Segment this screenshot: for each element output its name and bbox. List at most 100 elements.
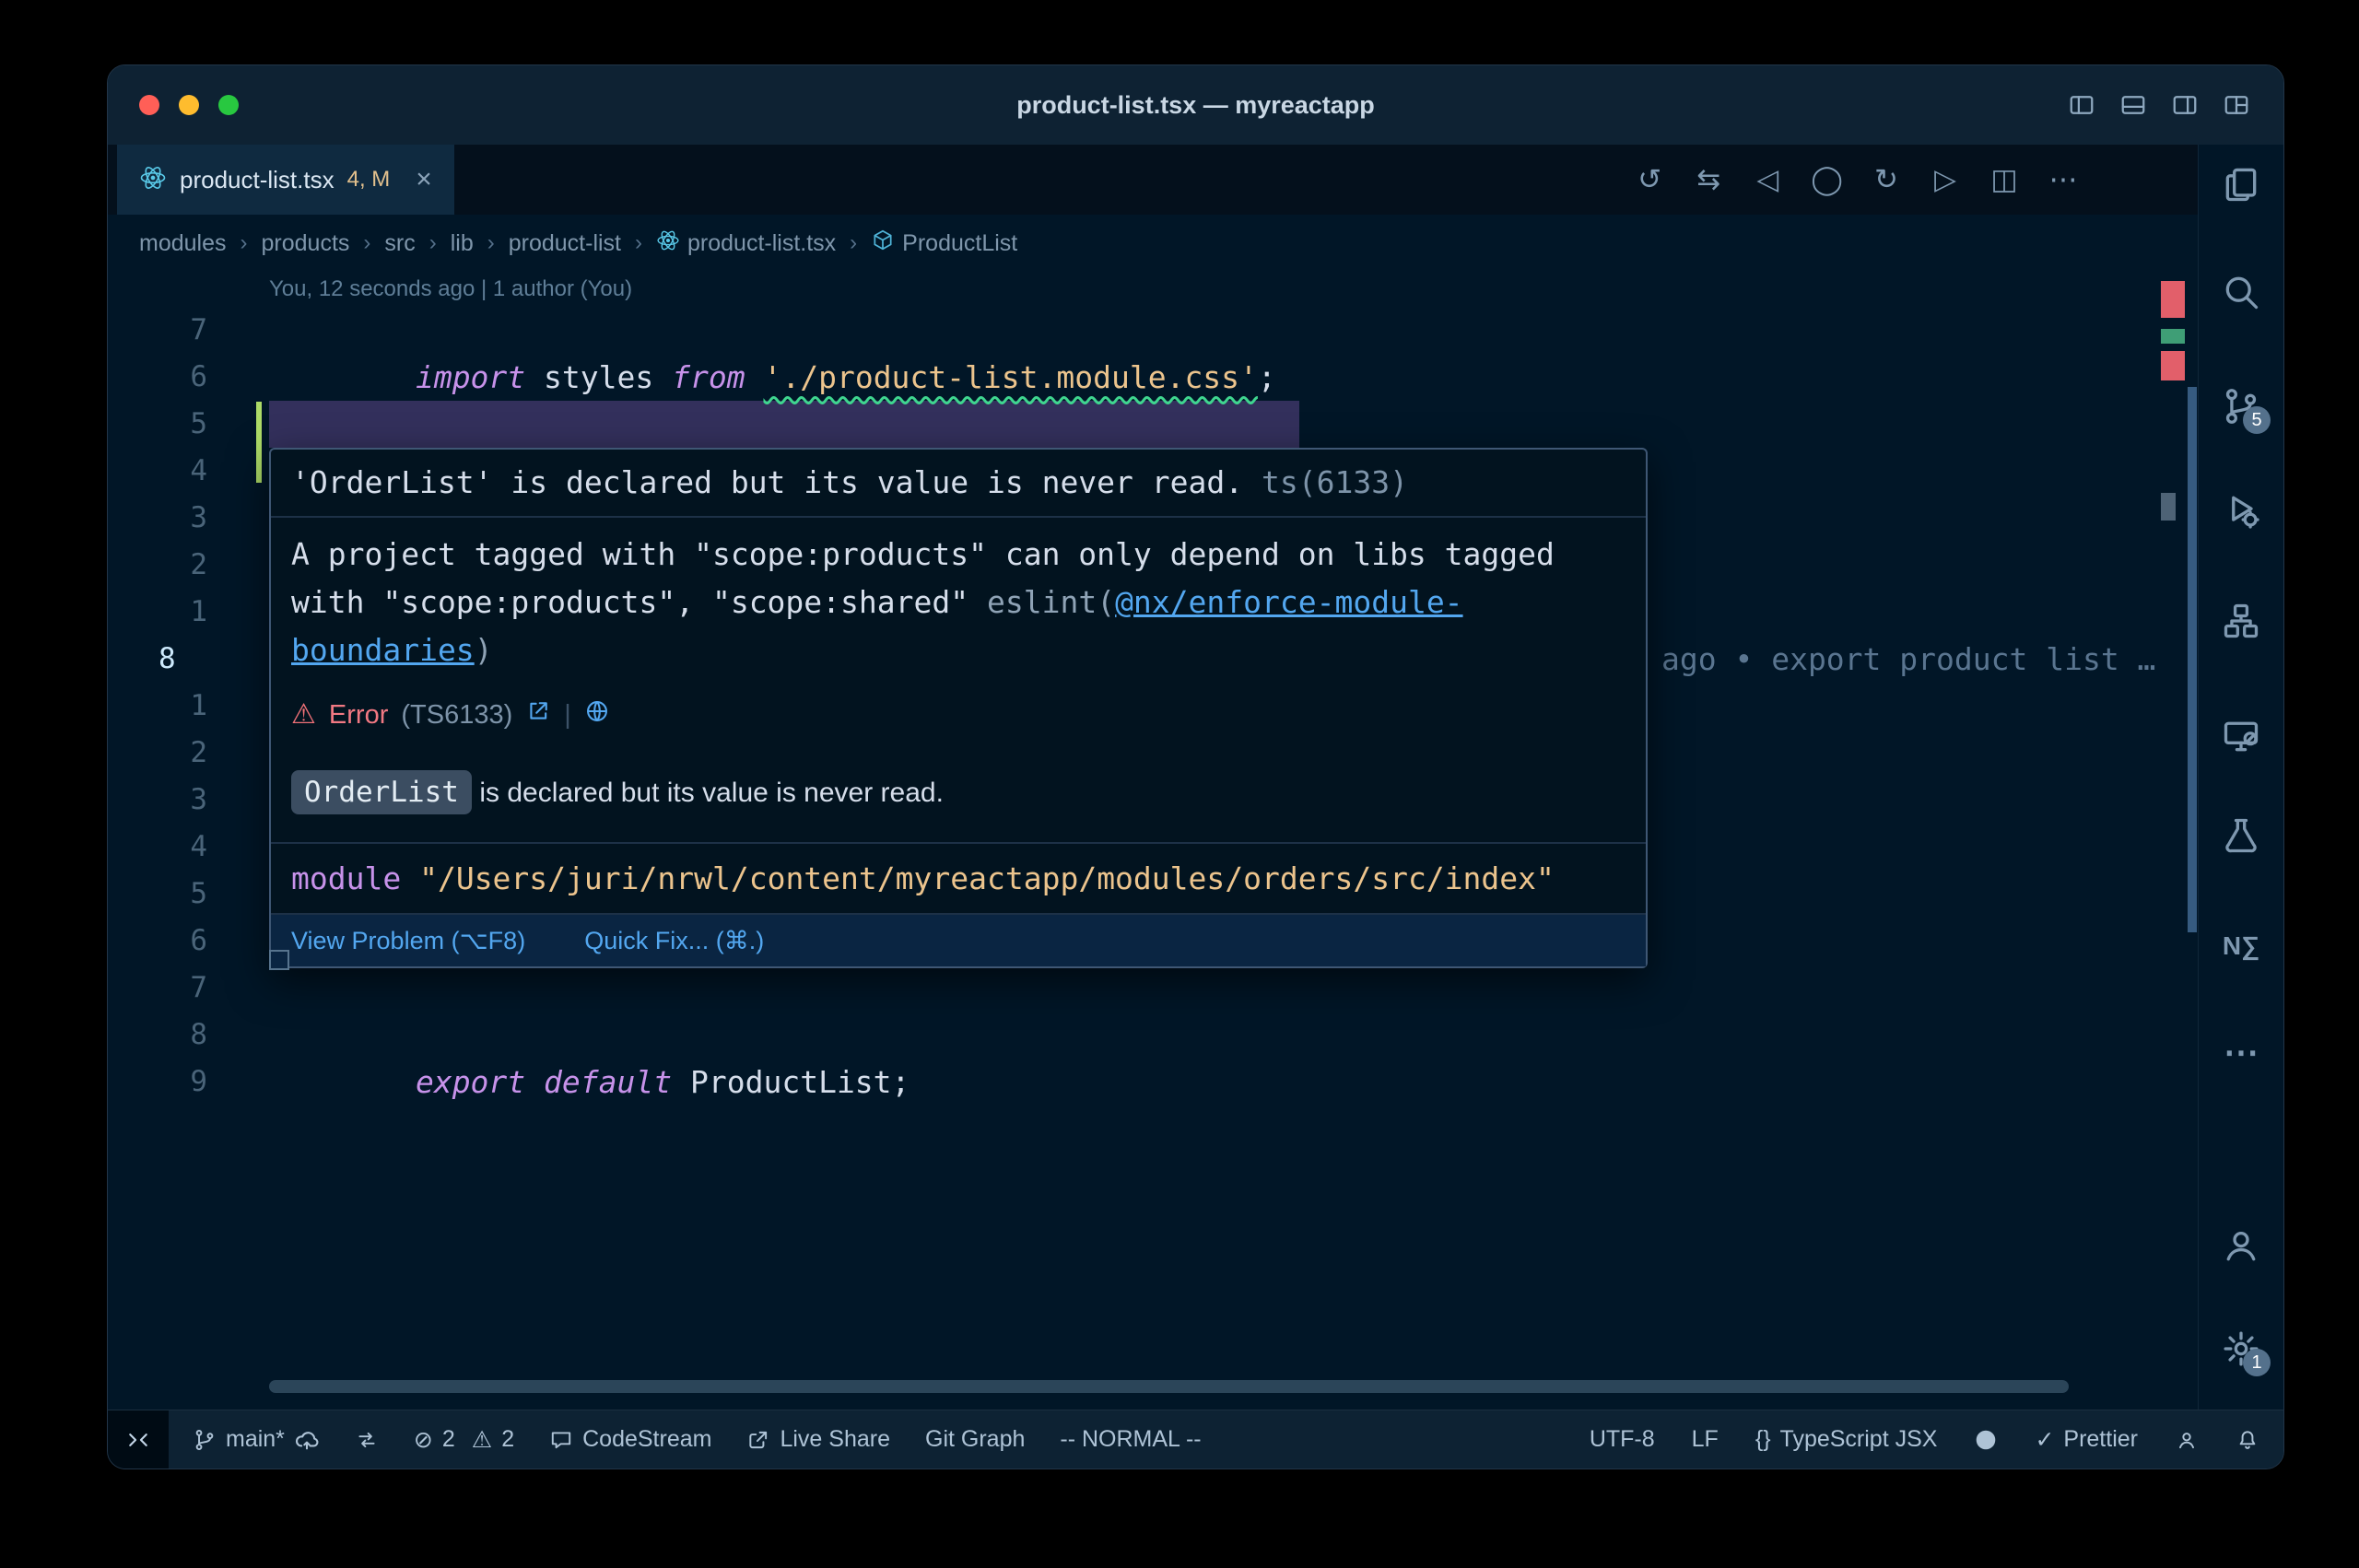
window-title: product-list.tsx — myreactapp [108, 65, 2283, 145]
line-number: 5 [108, 401, 218, 448]
compare-branch-item[interactable] [355, 1428, 379, 1452]
hover-resize-handle[interactable] [269, 950, 289, 970]
toggle-secondary-sidebar-icon[interactable] [2171, 91, 2199, 119]
breadcrumb-symbol[interactable]: ProductList [871, 228, 1017, 259]
minimap-slider[interactable] [2161, 493, 2176, 521]
tab-problem-modified-flags: 4, M [347, 167, 391, 193]
line-numbers-gutter[interactable]: 7 6 5 4 3 2 1 8 1 2 3 4 5 6 7 8 9 [108, 307, 218, 1106]
breadcrumb-separator: › [429, 230, 437, 256]
horizontal-scrollbar[interactable] [269, 1380, 2069, 1393]
breadcrumb-src[interactable]: src [384, 230, 415, 257]
project-graph-icon[interactable] [2221, 601, 2261, 641]
status-bar: main* ⊘ 2 ⚠ 2 CodeStream [108, 1410, 2283, 1469]
hover-separator: | [564, 699, 571, 731]
tab-product-list[interactable]: product-list.tsx 4, M × [117, 145, 454, 215]
line-number: 2 [108, 542, 218, 589]
line-number: 3 [108, 777, 218, 824]
more-views-icon[interactable]: ⋯ [2221, 1033, 2261, 1073]
gitlens-inline-blame: ago • export product list … [1661, 636, 2161, 683]
vim-mode-indicator[interactable]: -- NORMAL -- [1060, 1426, 1201, 1453]
line-number: 5 [108, 871, 218, 918]
hover-module-path: module "/Users/juri/nrwl/content/myreact… [271, 842, 1646, 913]
hover-symbol-row: OrderList is declared but its value is n… [271, 743, 1646, 842]
remote-explorer-icon[interactable] [2221, 716, 2261, 756]
space [525, 1064, 544, 1100]
hover-error-row: ⚠ Error (TS6133) | [271, 687, 1646, 743]
more-actions-icon[interactable]: ⋯ [2048, 163, 2079, 196]
breadcrumb-file-label: product-list.tsx [687, 230, 836, 257]
git-modified-gutter-bar [256, 402, 262, 483]
nx-console-icon[interactable]: N∑ [2221, 926, 2261, 966]
line-number: 9 [108, 1059, 218, 1106]
pull-request-icon[interactable]: ⇆ [1693, 163, 1724, 196]
split-editor-icon[interactable]: ◫ [1989, 163, 2020, 196]
view-problem-link[interactable]: View Problem (⌥F8) [291, 925, 525, 956]
annotate-icon[interactable]: ◯ [1811, 163, 1843, 196]
line-number: 4 [108, 448, 218, 495]
github-item[interactable] [1974, 1428, 1998, 1452]
breadcrumb-product-list[interactable]: product-list [509, 230, 621, 257]
vim-mode-label: -- NORMAL -- [1060, 1426, 1201, 1453]
git-branch-item[interactable]: main* [193, 1426, 320, 1453]
settings-gear-icon[interactable]: 1 [2221, 1328, 2261, 1369]
hover-eslint-source-close: ) [475, 632, 493, 668]
timeline-icon[interactable]: ↺ [1634, 163, 1665, 196]
module-path-string: "/Users/juri/nrwl/content/myreactapp/mod… [401, 860, 1555, 896]
eol-item[interactable]: LF [1692, 1426, 1719, 1453]
breadcrumb-products[interactable]: products [262, 230, 350, 257]
quick-fix-link[interactable]: Quick Fix... (⌘.) [584, 925, 764, 956]
code-editor[interactable]: You, 12 seconds ago | 1 author (You) 7 6… [108, 272, 2199, 1410]
git-graph-item[interactable]: Git Graph [925, 1426, 1025, 1453]
explorer-icon[interactable] [2221, 164, 2261, 205]
remote-indicator[interactable] [108, 1410, 169, 1469]
account-icon[interactable] [2221, 1225, 2261, 1266]
live-share-item[interactable]: Live Share [746, 1426, 890, 1453]
run-debug-icon[interactable] [2221, 490, 2261, 531]
line-number: 7 [108, 307, 218, 354]
search-icon[interactable] [2221, 272, 2261, 312]
vertical-scrollbar[interactable] [2188, 387, 2197, 932]
toggle-primary-sidebar-icon[interactable] [2068, 91, 2095, 119]
hover-ts-code: ts(6133) [1262, 464, 1408, 500]
prettier-item[interactable]: ✓ Prettier [2035, 1426, 2138, 1454]
toggle-panel-icon[interactable] [2119, 91, 2147, 119]
prettier-label: Prettier [2063, 1426, 2138, 1453]
publish-cloud-icon [294, 1427, 320, 1453]
problems-item[interactable]: ⊘ 2 ⚠ 2 [414, 1426, 514, 1454]
hover-symbol-message: is declared but its value is never read. [472, 778, 944, 808]
open-changes-icon[interactable]: ◁ [1752, 163, 1783, 196]
testing-beaker-icon[interactable] [2221, 815, 2261, 856]
github-icon [1974, 1428, 1998, 1452]
semicolon: ; [1258, 359, 1276, 395]
codestream-label: CodeStream [582, 1426, 711, 1453]
breadcrumb-file[interactable]: product-list.tsx [656, 228, 836, 259]
notifications-item[interactable] [2236, 1428, 2259, 1452]
line-number: 3 [108, 495, 218, 542]
errors-icon: ⊘ [414, 1426, 433, 1454]
globe-icon[interactable] [584, 698, 610, 731]
line-number-active: 8 [108, 636, 218, 683]
sync-icon[interactable]: ↻ [1871, 163, 1902, 196]
run-file-icon[interactable]: ▷ [1930, 163, 1961, 196]
tab-close-icon[interactable]: × [416, 164, 432, 195]
gitlens-codelens-blame: You, 12 seconds ago | 1 author (You) [269, 272, 632, 307]
language-mode-item[interactable]: {} TypeScript JSX [1755, 1426, 1938, 1453]
breadcrumb-modules[interactable]: modules [139, 230, 227, 257]
titlebar[interactable]: product-list.tsx — myreactapp [108, 65, 2283, 146]
external-link-icon[interactable] [525, 698, 551, 731]
hover-ts-message: 'OrderList' is declared but its value is… [271, 450, 1646, 516]
source-control-badge: 5 [2243, 406, 2271, 434]
codestream-item[interactable]: CodeStream [549, 1426, 711, 1453]
keyword-default: default [544, 1064, 672, 1100]
breadcrumb-separator: › [850, 230, 857, 256]
activity-bar: 5 N∑ ⋯ 1 [2198, 145, 2283, 1410]
vscode-window: product-list.tsx — myreactapp [107, 64, 2284, 1469]
customize-layout-icon[interactable] [2223, 91, 2250, 119]
check-icon: ✓ [2035, 1426, 2054, 1454]
breadcrumb-lib[interactable]: lib [451, 230, 474, 257]
symbol-cube-icon [871, 228, 895, 259]
code-line-export-default: export default ProductList; [269, 1012, 910, 1059]
source-control-icon[interactable]: 5 [2221, 386, 2261, 427]
feedback-item[interactable] [2175, 1428, 2199, 1452]
encoding-item[interactable]: UTF-8 [1590, 1426, 1655, 1453]
